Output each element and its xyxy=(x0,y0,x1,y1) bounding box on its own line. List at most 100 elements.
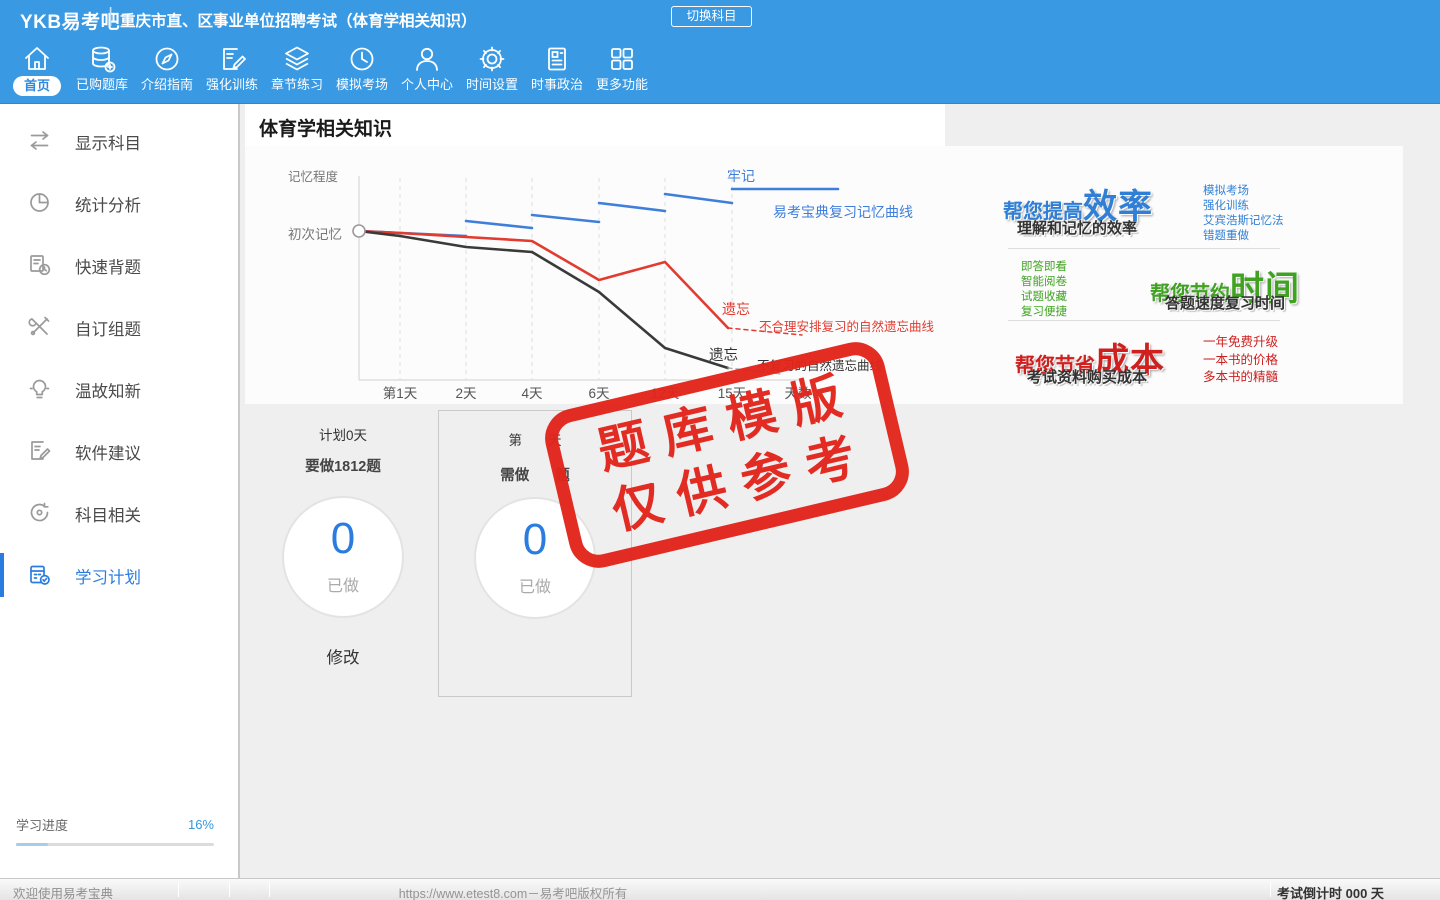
svg-text:4天: 4天 xyxy=(521,386,543,401)
plan-todo-line: 要做1812题 xyxy=(305,459,381,475)
sidebar-item-label: 自订组题 xyxy=(75,321,141,339)
study-progress: 学习进度 16% xyxy=(16,815,214,846)
done-count-ring: 0 已做 xyxy=(474,497,596,619)
progress-bar xyxy=(16,843,214,846)
promo-cost-features: 一年免费升级 一本书的价格 多本书的精髓 xyxy=(1203,334,1278,387)
sidebar-item-review-old[interactable]: 温故知新 xyxy=(0,358,238,420)
toolbar-item-training[interactable]: 强化训练 xyxy=(200,35,264,104)
svg-text:第1天: 第1天 xyxy=(383,385,418,401)
user-icon xyxy=(416,47,438,71)
suggest-icon xyxy=(31,441,51,460)
toolbar-label: 强化训练 xyxy=(205,77,258,92)
title-separator: | xyxy=(108,5,114,27)
promo-feature: 艾宾浩斯记忆法 xyxy=(1203,215,1284,227)
toolbar-item-user-center[interactable]: 个人中心 xyxy=(395,35,459,104)
grid-icon xyxy=(611,48,633,70)
exam-title: 重庆市直、区事业单位招聘考试（体育学相关知识） xyxy=(120,13,477,30)
done-count: 0 xyxy=(330,514,356,563)
chart-ylabel: 记忆程度 xyxy=(288,170,339,184)
plan-card-today: 第天 需做题 0 已做 xyxy=(438,410,632,697)
sidebar-item-label: 快速背题 xyxy=(75,259,141,277)
chart-forget-black-label: 遗忘 xyxy=(709,348,738,364)
svg-text:15天: 15天 xyxy=(718,386,747,401)
chart-hold-label: 牢记 xyxy=(727,168,755,184)
toolbar-label: 时事政治 xyxy=(530,77,583,92)
svg-text:2天: 2天 xyxy=(455,386,477,401)
toolbar-item-home[interactable]: 首页 xyxy=(5,35,69,104)
toolbar-item-chapter-practice[interactable]: 章节练习 xyxy=(265,35,329,104)
toolbar-item-question-bank[interactable]: 已购题库 xyxy=(70,35,134,104)
toolbar-item-current-affairs[interactable]: 时事政治 xyxy=(525,35,589,104)
app-window: YKB易考吧 | 重庆市直、区事业单位招聘考试（体育学相关知识） 切换科目 首页… xyxy=(0,0,1440,900)
toolbar-item-mock-exam[interactable]: 模拟考场 xyxy=(330,35,394,104)
sidebar: 显示科目 统计分析 快速背题 自订组题 温故知新 软件建议 科目相关 学习计划 … xyxy=(0,104,240,878)
plan-icon xyxy=(30,565,50,585)
titlebar: YKB易考吧 | 重庆市直、区事业单位招聘考试（体育学相关知识） 切换科目 xyxy=(0,0,1440,35)
tools-icon xyxy=(28,316,50,336)
pie-icon xyxy=(30,193,49,212)
statusbar-separator xyxy=(269,882,270,897)
done-count: 0 xyxy=(522,515,548,564)
sidebar-item-quick-review[interactable]: 快速背题 xyxy=(0,234,238,296)
home-icon xyxy=(25,47,49,70)
promo-time-features: 即答即看 智能阅卷 试题收藏 复习便捷 xyxy=(1021,260,1067,320)
database-icon xyxy=(92,46,116,73)
toolbar-label: 首页 xyxy=(12,76,61,96)
switch-subject-button[interactable]: 切换科目 xyxy=(671,6,752,27)
memory-curve-banner: 第1天 2天 4天 6天 12天 15天 天数 记忆程度 初次记忆 牢记 易考宝典复习记忆曲… xyxy=(245,146,1403,404)
statusbar-welcome: 欢迎使用易考宝典 xyxy=(13,887,114,900)
flashcard-icon xyxy=(30,255,51,276)
sidebar-item-study-plan[interactable]: 学习计划 xyxy=(0,544,238,606)
progress-value: 16% xyxy=(187,817,214,832)
sidebar-item-label: 学习计划 xyxy=(75,569,141,587)
page-title: 体育学相关知识 xyxy=(259,119,393,140)
promo-feature: 模拟考场 xyxy=(1203,185,1249,197)
plan-day-line: 第天 xyxy=(508,433,562,448)
sidebar-item-label: 统计分析 xyxy=(75,197,141,215)
chart-start-label: 初次记忆 xyxy=(288,227,342,242)
promo-divider xyxy=(1008,320,1280,321)
statusbar-copyright: https://www.etest8.com－易考吧版权所有 xyxy=(398,887,628,900)
statusbar: 欢迎使用易考宝典 https://www.etest8.com－易考吧版权所有 … xyxy=(0,878,1440,900)
toolbar-item-guide[interactable]: 介绍指南 xyxy=(135,35,199,104)
edit-plan-button[interactable]: 修改 xyxy=(250,644,436,668)
plan-days-line: 计划0天 xyxy=(318,428,367,443)
statusbar-separator xyxy=(1270,882,1271,897)
sidebar-item-custom-quiz[interactable]: 自订组题 xyxy=(0,296,238,358)
sidebar-item-label: 软件建议 xyxy=(75,445,141,463)
promo-feature: 多本书的精髓 xyxy=(1203,370,1279,384)
progress-bar-fill xyxy=(16,843,48,846)
progress-label: 学习进度 xyxy=(16,818,69,833)
toolbar-item-more[interactable]: 更多功能 xyxy=(590,35,654,104)
sidebar-item-label: 科目相关 xyxy=(75,507,141,525)
toolbar-label: 更多功能 xyxy=(595,77,648,92)
promo-efficiency-subtitle: 理解和记忆的效率 xyxy=(1017,220,1138,237)
sidebar-item-label: 温故知新 xyxy=(75,383,141,401)
gear-icon xyxy=(479,46,505,72)
clock-icon xyxy=(350,47,374,71)
promo-efficiency-features: 模拟考场 强化训练 艾宾浩斯记忆法 错题重做 xyxy=(1203,184,1284,244)
chart-black-curve-label: 不复习的自然遗忘曲线 xyxy=(757,359,883,373)
svg-text:6天: 6天 xyxy=(588,386,610,401)
app-logo: YKB易考吧 xyxy=(20,12,121,33)
bulb-icon xyxy=(29,379,50,399)
sidebar-item-show-subjects[interactable]: 显示科目 xyxy=(0,110,238,172)
statusbar-separator xyxy=(229,882,230,897)
sidebar-item-software-suggest[interactable]: 软件建议 xyxy=(0,420,238,482)
compass-icon xyxy=(155,47,179,71)
page-title-strip: 体育学相关知识 xyxy=(245,104,945,146)
promo-feature: 强化训练 xyxy=(1203,200,1249,212)
sidebar-item-statistics[interactable]: 统计分析 xyxy=(0,172,238,234)
toolbar-label: 已购题库 xyxy=(75,77,128,92)
edit-doc-icon xyxy=(223,48,246,70)
done-label: 已做 xyxy=(326,578,359,595)
sidebar-item-subject-related[interactable]: 科目相关 xyxy=(0,482,238,544)
sidebar-menu: 显示科目 统计分析 快速背题 自订组题 温故知新 软件建议 科目相关 学习计划 xyxy=(0,110,238,606)
toolbar-label: 时间设置 xyxy=(465,77,518,92)
svg-text:12天: 12天 xyxy=(651,386,680,401)
promo-feature: 试题收藏 xyxy=(1021,291,1067,303)
header: YKB易考吧 | 重庆市直、区事业单位招聘考试（体育学相关知识） 切换科目 首页… xyxy=(0,0,1440,104)
chart-forget-red-label: 遗忘 xyxy=(722,301,750,317)
toolbar-item-time-settings[interactable]: 时间设置 xyxy=(460,35,524,104)
layers-icon xyxy=(285,46,309,71)
